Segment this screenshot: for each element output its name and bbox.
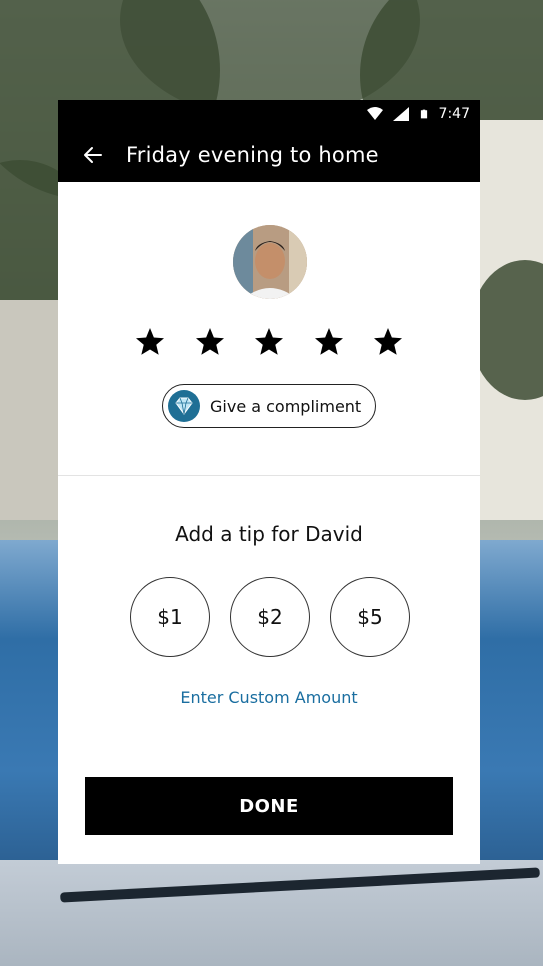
star-icon[interactable] bbox=[372, 326, 404, 358]
app-bar: Friday evening to home bbox=[58, 128, 480, 182]
tip-heading: Add a tip for David bbox=[175, 522, 363, 546]
back-arrow-icon[interactable] bbox=[82, 144, 104, 166]
star-icon[interactable] bbox=[313, 326, 345, 358]
rating-card: 7:47 Friday evening to home Give a compl… bbox=[58, 100, 480, 864]
compliment-label: Give a compliment bbox=[210, 396, 362, 416]
star-rating bbox=[134, 322, 404, 362]
give-compliment-button[interactable]: Give a compliment bbox=[162, 384, 376, 428]
driver-avatar bbox=[233, 225, 307, 299]
section-divider bbox=[58, 475, 480, 476]
star-icon[interactable] bbox=[253, 326, 285, 358]
status-bar: 7:47 bbox=[58, 100, 480, 128]
star-icon[interactable] bbox=[134, 326, 166, 358]
driver-photo bbox=[233, 225, 307, 299]
battery-icon bbox=[420, 109, 427, 119]
tip-option-5[interactable]: $5 bbox=[330, 577, 410, 657]
enter-custom-amount-link[interactable]: Enter Custom Amount bbox=[58, 688, 480, 707]
tip-options: $1 $2 $5 bbox=[130, 577, 410, 659]
star-icon[interactable] bbox=[194, 326, 226, 358]
signal-icon bbox=[392, 107, 409, 121]
background-building bbox=[0, 300, 60, 520]
done-button[interactable]: DONE bbox=[85, 777, 453, 835]
tip-option-2[interactable]: $2 bbox=[230, 577, 310, 657]
page-title: Friday evening to home bbox=[126, 143, 379, 167]
status-time: 7:47 bbox=[438, 106, 470, 122]
tip-option-1[interactable]: $1 bbox=[130, 577, 210, 657]
diamond-icon bbox=[168, 390, 200, 422]
wifi-icon bbox=[366, 107, 383, 120]
